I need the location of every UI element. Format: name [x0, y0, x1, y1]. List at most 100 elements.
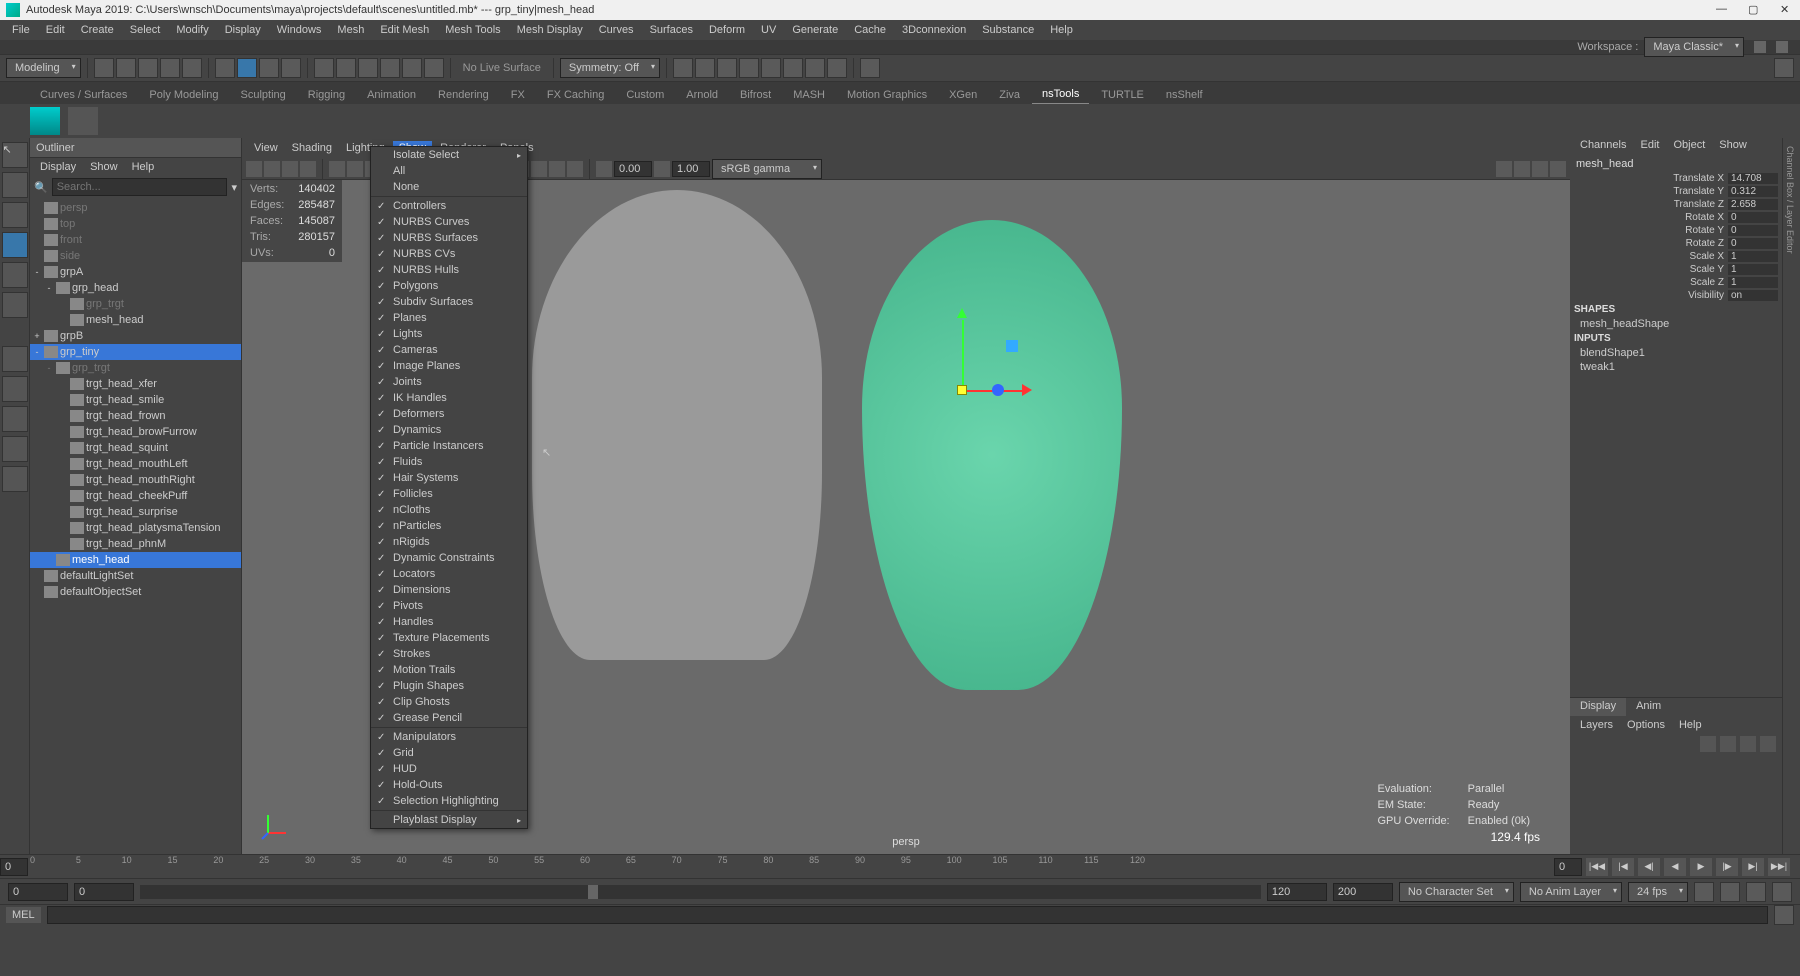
show-controllers[interactable]: ✓Controllers [371, 198, 527, 214]
outliner-item-top[interactable]: top [30, 216, 241, 232]
shelf-tab-xgen[interactable]: XGen [939, 86, 987, 104]
snap-point-icon[interactable] [358, 58, 378, 78]
vp-colorspace-dropdown[interactable]: sRGB gamma [712, 159, 822, 179]
snap-view-icon[interactable] [402, 58, 422, 78]
show-clip-ghosts[interactable]: ✓Clip Ghosts [371, 694, 527, 710]
attr-translate-z[interactable]: Translate Z2.658 [1574, 198, 1778, 211]
outliner-item-grp_tiny[interactable]: -grp_tiny [30, 344, 241, 360]
select-tool-button[interactable]: ↖ [2, 142, 28, 168]
outliner-item-trgt_head_cheekPuff[interactable]: trgt_head_cheekPuff [30, 488, 241, 504]
shelf-tab-animation[interactable]: Animation [357, 86, 426, 104]
shelf-tab-poly-modeling[interactable]: Poly Modeling [139, 86, 228, 104]
show-deformers[interactable]: ✓Deformers [371, 406, 527, 422]
lasso-tool-button[interactable] [2, 172, 28, 198]
vp-shade-icon[interactable] [282, 161, 298, 177]
show-motion-trails[interactable]: ✓Motion Trails [371, 662, 527, 678]
menu-cache[interactable]: Cache [846, 22, 894, 38]
show-fluids[interactable]: ✓Fluids [371, 454, 527, 470]
input-blendshape[interactable]: blendShape1 [1580, 346, 1772, 360]
show-hold-outs[interactable]: ✓Hold-Outs [371, 777, 527, 793]
show-grid[interactable]: ✓Grid [371, 745, 527, 761]
vp-exposure-input[interactable] [614, 161, 652, 177]
display-layers-tab[interactable]: Display [1570, 698, 1626, 716]
vp-menu-shading[interactable]: Shading [286, 141, 338, 155]
show-nparticles[interactable]: ✓nParticles [371, 518, 527, 534]
account-icon[interactable] [1774, 58, 1794, 78]
show-hair-systems[interactable]: ✓Hair Systems [371, 470, 527, 486]
shelf-tab-rigging[interactable]: Rigging [298, 86, 355, 104]
outliner-item-defaultObjectSet[interactable]: defaultObjectSet [30, 584, 241, 600]
show-none[interactable]: None [371, 179, 527, 195]
show-cameras[interactable]: ✓Cameras [371, 342, 527, 358]
outliner-item-trgt_head_xfer[interactable]: trgt_head_xfer [30, 376, 241, 392]
vp-bookmark-icon[interactable] [264, 161, 280, 177]
shelf-tab-custom[interactable]: Custom [616, 86, 674, 104]
range-out-input[interactable] [1267, 883, 1327, 901]
shelf-tool-icon[interactable] [68, 107, 98, 135]
mode-dropdown[interactable]: Modeling [6, 58, 81, 78]
menu-edit-mesh[interactable]: Edit Mesh [372, 22, 437, 38]
show-plugin-shapes[interactable]: ✓Plugin Shapes [371, 678, 527, 694]
menu-modify[interactable]: Modify [168, 22, 216, 38]
timeline-curframe[interactable] [0, 858, 28, 876]
outliner-item-trgt_head_surprise[interactable]: trgt_head_surprise [30, 504, 241, 520]
command-input[interactable] [47, 906, 1768, 924]
shelf-tab-fx[interactable]: FX [501, 86, 535, 104]
show-nrigids[interactable]: ✓nRigids [371, 534, 527, 550]
show-selection-highlighting[interactable]: ✓Selection Highlighting [371, 793, 527, 809]
next-key-button[interactable]: ▶| [1742, 858, 1764, 876]
outliner-item-trgt_head_platysmaTension[interactable]: trgt_head_platysmaTension [30, 520, 241, 536]
script-lang-button[interactable]: MEL [6, 907, 41, 923]
layers-help-menu[interactable]: Help [1673, 718, 1708, 732]
menu-windows[interactable]: Windows [269, 22, 330, 38]
undo-icon[interactable] [160, 58, 180, 78]
outliner-item-grp_trgt[interactable]: -grp_trgt [30, 360, 241, 376]
channels-menu[interactable]: Channels [1574, 138, 1632, 156]
show-playblast-display[interactable]: Playblast Display [371, 812, 527, 828]
show-nurbs-hulls[interactable]: ✓NURBS Hulls [371, 262, 527, 278]
timeline[interactable]: |◀◀ |◀ ◀| ◀ ▶ |▶ ▶| ▶▶| 0510152025303540… [0, 854, 1800, 878]
outliner-item-trgt_head_mouthRight[interactable]: trgt_head_mouthRight [30, 472, 241, 488]
menu-display[interactable]: Display [217, 22, 269, 38]
menu-select[interactable]: Select [122, 22, 169, 38]
attr-scale-x[interactable]: Scale X1 [1574, 250, 1778, 263]
menu-mesh-display[interactable]: Mesh Display [509, 22, 591, 38]
range-slider[interactable] [140, 885, 1261, 899]
component-mode-icon[interactable] [237, 58, 257, 78]
vp-xray-j-icon[interactable] [549, 161, 565, 177]
play-back-button[interactable]: ◀ [1664, 858, 1686, 876]
outliner-item-grpB[interactable]: +grpB [30, 328, 241, 344]
shelf-tab-turtle[interactable]: TURTLE [1091, 86, 1154, 104]
vp-grid-icon[interactable] [329, 161, 345, 177]
outliner-search-input[interactable] [52, 178, 228, 196]
render-icon[interactable] [860, 58, 880, 78]
live-surface-label[interactable]: No Live Surface [457, 62, 547, 74]
outliner-item-grp_trgt[interactable]: grp_trgt [30, 296, 241, 312]
show-nurbs-curves[interactable]: ✓NURBS Curves [371, 214, 527, 230]
outliner-display-menu[interactable]: Display [34, 160, 82, 174]
play-fwd-button[interactable]: ▶ [1690, 858, 1712, 876]
outliner-item-trgt_head_phnM[interactable]: trgt_head_phnM [30, 536, 241, 552]
menu-surfaces[interactable]: Surfaces [642, 22, 701, 38]
paint-select-button[interactable] [2, 202, 28, 228]
show-dynamics[interactable]: ✓Dynamics [371, 422, 527, 438]
move-tool-button[interactable] [2, 232, 28, 258]
shape-item[interactable]: mesh_headShape [1580, 317, 1772, 331]
vp-camera-icon[interactable] [246, 161, 262, 177]
outliner-item-mesh_head[interactable]: mesh_head [30, 312, 241, 328]
open-scene-icon[interactable] [116, 58, 136, 78]
show-pivots[interactable]: ✓Pivots [371, 598, 527, 614]
show-particle-instancers[interactable]: ✓Particle Instancers [371, 438, 527, 454]
outliner-item-trgt_head_smile[interactable]: trgt_head_smile [30, 392, 241, 408]
maximize-icon[interactable]: ▢ [1748, 3, 1762, 17]
show-lights[interactable]: ✓Lights [371, 326, 527, 342]
menu-mesh[interactable]: Mesh [329, 22, 372, 38]
symmetry-dropdown[interactable]: Symmetry: Off [560, 58, 660, 78]
snap-grid-icon[interactable] [314, 58, 334, 78]
menu-file[interactable]: File [4, 22, 38, 38]
shelf-tab-bifrost[interactable]: Bifrost [730, 86, 781, 104]
redo-icon[interactable] [182, 58, 202, 78]
outliner-show-menu[interactable]: Show [84, 160, 124, 174]
range-handle[interactable] [588, 885, 598, 899]
range-end-input[interactable] [1333, 883, 1393, 901]
